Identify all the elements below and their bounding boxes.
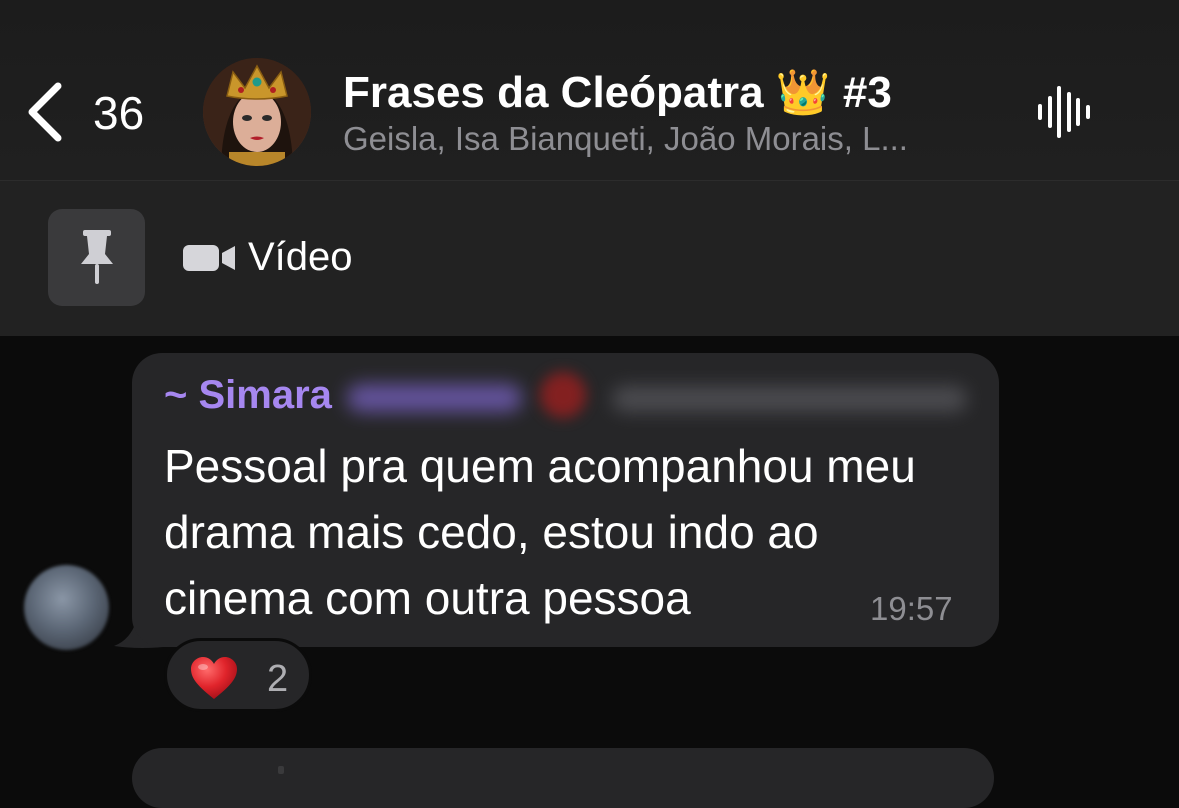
pinned-message-label: Vídeo	[248, 235, 353, 279]
red-heart-emoji	[191, 657, 237, 699]
chevron-left-icon[interactable]	[22, 80, 72, 144]
group-avatar[interactable]	[203, 58, 311, 166]
video-camera-icon	[183, 245, 235, 271]
next-message-bubble[interactable]	[132, 748, 994, 808]
sender-name[interactable]: ~ Simara	[164, 373, 332, 418]
redacted-phone-number	[612, 386, 967, 412]
next-message-fragment	[278, 766, 284, 774]
audio-waveform-icon[interactable]	[1032, 80, 1096, 144]
pin-button[interactable]	[48, 209, 145, 306]
back-unread-count[interactable]: 36	[93, 86, 144, 140]
sender-avatar[interactable]	[24, 565, 109, 650]
group-title[interactable]: Frases da Cleópatra 👑 #3	[343, 66, 892, 118]
reaction-pill[interactable]: 2	[164, 638, 312, 712]
group-members-list[interactable]: Geisla, Isa Bianqueti, João Morais, L...	[343, 120, 908, 158]
reaction-count: 2	[267, 658, 289, 700]
message-timestamp: 19:57	[870, 590, 953, 627]
cleopatra-portrait-image	[203, 58, 311, 166]
chat-header: 36 Frases da Cleópatra 👑 #3 Geisla, Isa …	[0, 0, 1179, 181]
redacted-surname	[347, 384, 522, 412]
pushpin-icon	[80, 229, 113, 284]
pinned-message-bar[interactable]: Vídeo	[0, 181, 1179, 336]
message-text[interactable]: Pessoal pra quem acompanhou meu drama ma…	[164, 433, 964, 631]
redacted-emoji	[540, 372, 586, 418]
